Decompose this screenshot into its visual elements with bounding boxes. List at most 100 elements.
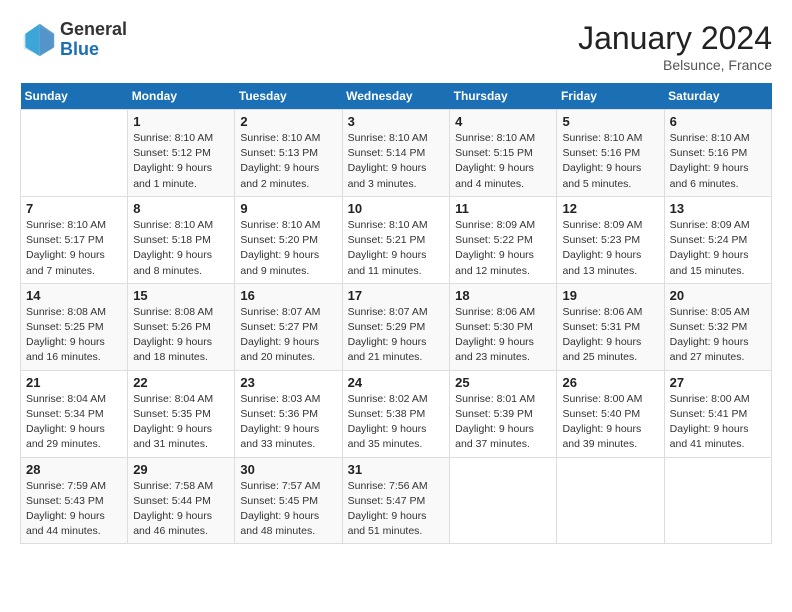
page-header: General Blue January 2024 Belsunce, Fran… xyxy=(20,20,772,73)
title-block: January 2024 Belsunce, France xyxy=(578,20,772,73)
calendar-cell: 21 Sunrise: 8:04 AMSunset: 5:34 PMDayligh… xyxy=(21,370,128,457)
calendar-cell: 15Sunrise: 8:08 AMSunset: 5:26 PMDayligh… xyxy=(128,283,235,370)
weekday-header-tuesday: Tuesday xyxy=(235,83,342,110)
day-number: 27 xyxy=(670,375,766,390)
day-number: 7 xyxy=(26,201,122,216)
day-info: Sunrise: 8:10 AMSunset: 5:17 PMDaylight:… xyxy=(26,218,122,279)
weekday-header-saturday: Saturday xyxy=(664,83,771,110)
day-info: Sunrise: 8:10 AMSunset: 5:15 PMDaylight:… xyxy=(455,131,551,192)
calendar-cell: 27 Sunrise: 8:00 AMSunset: 5:41 PMDayligh… xyxy=(664,370,771,457)
day-info: Sunrise: 7:57 AMSunset: 5:45 PMDaylight:… xyxy=(240,479,336,540)
calendar-cell: 5 Sunrise: 8:10 AMSunset: 5:16 PMDaylight… xyxy=(557,110,664,197)
day-number: 26 xyxy=(562,375,658,390)
day-info: Sunrise: 8:05 AMSunset: 5:32 PMDaylight:… xyxy=(670,305,766,366)
day-info: Sunrise: 8:03 AMSunset: 5:36 PMDaylight:… xyxy=(240,392,336,453)
calendar-cell: 11Sunrise: 8:09 AMSunset: 5:22 PMDayligh… xyxy=(450,196,557,283)
day-number: 30 xyxy=(240,462,336,477)
weekday-header-friday: Friday xyxy=(557,83,664,110)
day-info: Sunrise: 8:10 AMSunset: 5:12 PMDaylight:… xyxy=(133,131,229,192)
calendar-cell: 17Sunrise: 8:07 AMSunset: 5:29 PMDayligh… xyxy=(342,283,450,370)
logo: General Blue xyxy=(20,20,127,60)
calendar-cell xyxy=(557,457,664,544)
calendar-cell: 16Sunrise: 8:07 AMSunset: 5:27 PMDayligh… xyxy=(235,283,342,370)
calendar-cell: 28 Sunrise: 7:59 AMSunset: 5:43 PMDayligh… xyxy=(21,457,128,544)
calendar-table: SundayMondayTuesdayWednesdayThursdayFrid… xyxy=(20,83,772,544)
day-number: 3 xyxy=(348,114,445,129)
day-number: 21 xyxy=(26,375,122,390)
day-number: 10 xyxy=(348,201,445,216)
day-info: Sunrise: 8:00 AMSunset: 5:40 PMDaylight:… xyxy=(562,392,658,453)
day-number: 18 xyxy=(455,288,551,303)
calendar-cell: 19Sunrise: 8:06 AMSunset: 5:31 PMDayligh… xyxy=(557,283,664,370)
calendar-cell: 31 Sunrise: 7:56 AMSunset: 5:47 PMDayligh… xyxy=(342,457,450,544)
day-number: 14 xyxy=(26,288,122,303)
day-info: Sunrise: 8:10 AMSunset: 5:14 PMDaylight:… xyxy=(348,131,445,192)
calendar-cell: 1 Sunrise: 8:10 AMSunset: 5:12 PMDaylight… xyxy=(128,110,235,197)
day-info: Sunrise: 8:10 AMSunset: 5:18 PMDaylight:… xyxy=(133,218,229,279)
day-number: 6 xyxy=(670,114,766,129)
day-info: Sunrise: 8:02 AMSunset: 5:38 PMDaylight:… xyxy=(348,392,445,453)
calendar-cell: 4Sunrise: 8:10 AMSunset: 5:15 PMDaylight… xyxy=(450,110,557,197)
day-number: 25 xyxy=(455,375,551,390)
day-number: 2 xyxy=(240,114,336,129)
calendar-week-2: 7 Sunrise: 8:10 AMSunset: 5:17 PMDaylight… xyxy=(21,196,772,283)
day-info: Sunrise: 8:09 AMSunset: 5:22 PMDaylight:… xyxy=(455,218,551,279)
day-number: 13 xyxy=(670,201,766,216)
calendar-cell xyxy=(664,457,771,544)
day-number: 29 xyxy=(133,462,229,477)
day-info: Sunrise: 8:04 AMSunset: 5:35 PMDaylight:… xyxy=(133,392,229,453)
calendar-cell: 26 Sunrise: 8:00 AMSunset: 5:40 PMDayligh… xyxy=(557,370,664,457)
day-number: 20 xyxy=(670,288,766,303)
day-info: Sunrise: 8:10 AMSunset: 5:16 PMDaylight:… xyxy=(670,131,766,192)
logo-general: General xyxy=(60,20,127,40)
calendar-cell: 12 Sunrise: 8:09 AMSunset: 5:23 PMDayligh… xyxy=(557,196,664,283)
calendar-week-4: 21 Sunrise: 8:04 AMSunset: 5:34 PMDayligh… xyxy=(21,370,772,457)
calendar-cell: 2Sunrise: 8:10 AMSunset: 5:13 PMDaylight… xyxy=(235,110,342,197)
calendar-body: 1 Sunrise: 8:10 AMSunset: 5:12 PMDaylight… xyxy=(21,110,772,544)
month-year: January 2024 xyxy=(578,20,772,57)
day-info: Sunrise: 8:10 AMSunset: 5:20 PMDaylight:… xyxy=(240,218,336,279)
day-number: 22 xyxy=(133,375,229,390)
calendar-cell: 24 Sunrise: 8:02 AMSunset: 5:38 PMDayligh… xyxy=(342,370,450,457)
calendar-cell: 6 Sunrise: 8:10 AMSunset: 5:16 PMDaylight… xyxy=(664,110,771,197)
calendar-cell: 10 Sunrise: 8:10 AMSunset: 5:21 PMDayligh… xyxy=(342,196,450,283)
day-number: 12 xyxy=(562,201,658,216)
logo-icon xyxy=(20,22,56,58)
day-info: Sunrise: 8:09 AMSunset: 5:23 PMDaylight:… xyxy=(562,218,658,279)
calendar-cell: 13 Sunrise: 8:09 AMSunset: 5:24 PMDayligh… xyxy=(664,196,771,283)
day-info: Sunrise: 8:09 AMSunset: 5:24 PMDaylight:… xyxy=(670,218,766,279)
calendar-cell: 3 Sunrise: 8:10 AMSunset: 5:14 PMDaylight… xyxy=(342,110,450,197)
calendar-cell: 30 Sunrise: 7:57 AMSunset: 5:45 PMDayligh… xyxy=(235,457,342,544)
day-number: 9 xyxy=(240,201,336,216)
day-number: 19 xyxy=(562,288,658,303)
day-number: 16 xyxy=(240,288,336,303)
day-info: Sunrise: 8:04 AMSunset: 5:34 PMDaylight:… xyxy=(26,392,122,453)
weekday-header-row: SundayMondayTuesdayWednesdayThursdayFrid… xyxy=(21,83,772,110)
day-info: Sunrise: 8:06 AMSunset: 5:30 PMDaylight:… xyxy=(455,305,551,366)
day-info: Sunrise: 8:00 AMSunset: 5:41 PMDaylight:… xyxy=(670,392,766,453)
calendar-week-1: 1 Sunrise: 8:10 AMSunset: 5:12 PMDaylight… xyxy=(21,110,772,197)
day-info: Sunrise: 7:59 AMSunset: 5:43 PMDaylight:… xyxy=(26,479,122,540)
calendar-cell: 22 Sunrise: 8:04 AMSunset: 5:35 PMDayligh… xyxy=(128,370,235,457)
location: Belsunce, France xyxy=(578,57,772,73)
calendar-cell: 25Sunrise: 8:01 AMSunset: 5:39 PMDayligh… xyxy=(450,370,557,457)
weekday-header-wednesday: Wednesday xyxy=(342,83,450,110)
day-number: 15 xyxy=(133,288,229,303)
day-info: Sunrise: 8:10 AMSunset: 5:16 PMDaylight:… xyxy=(562,131,658,192)
calendar-week-3: 14Sunrise: 8:08 AMSunset: 5:25 PMDayligh… xyxy=(21,283,772,370)
day-number: 23 xyxy=(240,375,336,390)
calendar-cell: 7 Sunrise: 8:10 AMSunset: 5:17 PMDaylight… xyxy=(21,196,128,283)
day-number: 5 xyxy=(562,114,658,129)
day-number: 31 xyxy=(348,462,445,477)
day-number: 1 xyxy=(133,114,229,129)
weekday-header-monday: Monday xyxy=(128,83,235,110)
calendar-cell: 9 Sunrise: 8:10 AMSunset: 5:20 PMDaylight… xyxy=(235,196,342,283)
day-number: 17 xyxy=(348,288,445,303)
calendar-cell: 14Sunrise: 8:08 AMSunset: 5:25 PMDayligh… xyxy=(21,283,128,370)
calendar-week-5: 28 Sunrise: 7:59 AMSunset: 5:43 PMDayligh… xyxy=(21,457,772,544)
day-number: 24 xyxy=(348,375,445,390)
day-info: Sunrise: 7:56 AMSunset: 5:47 PMDaylight:… xyxy=(348,479,445,540)
day-info: Sunrise: 8:10 AMSunset: 5:21 PMDaylight:… xyxy=(348,218,445,279)
day-number: 8 xyxy=(133,201,229,216)
day-number: 28 xyxy=(26,462,122,477)
